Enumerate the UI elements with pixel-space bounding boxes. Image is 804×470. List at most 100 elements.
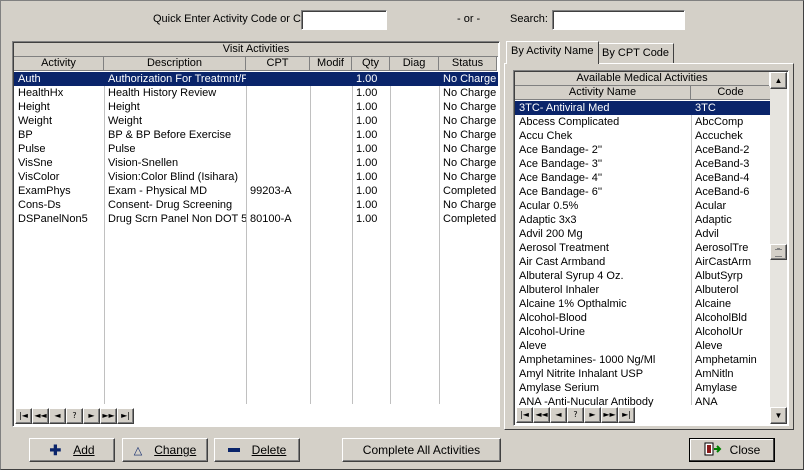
help-icon[interactable]: ?: [66, 408, 83, 424]
col-qty[interactable]: Qty: [352, 57, 390, 71]
prev-record-icon[interactable]: ◄: [49, 408, 66, 424]
list-item[interactable]: Ace Bandage- 6'' AceBand-6: [515, 185, 771, 199]
col-code[interactable]: Code: [691, 86, 771, 100]
complete-all-button[interactable]: Complete All Activities: [342, 438, 501, 462]
next-record-icon[interactable]: ►: [83, 408, 100, 424]
next-record-icon[interactable]: ►: [584, 407, 601, 423]
cell-activity-name: Amylase Serium: [519, 382, 600, 394]
list-item[interactable]: Alcaine 1% Opthalmic Alcaine: [515, 297, 771, 311]
col-activity-name[interactable]: Activity Name: [515, 86, 691, 100]
first-record-icon[interactable]: |◄: [15, 408, 32, 424]
scroll-thumb[interactable]: [770, 244, 787, 260]
tab-by-activity-name[interactable]: By Activity Name: [506, 41, 599, 64]
next-page-icon[interactable]: ►►: [601, 407, 618, 423]
cell-cpt: 80100-A: [250, 213, 292, 225]
cell-activity-name: Ace Bandage- 3'': [519, 158, 603, 170]
cell-code: AlcoholUr: [695, 326, 743, 338]
next-page-icon[interactable]: ►►: [100, 408, 117, 424]
prev-page-icon[interactable]: ◄◄: [533, 407, 550, 423]
list-item[interactable]: Amyl Nitrite Inhalant USP AmNitln: [515, 367, 771, 381]
col-description[interactable]: Description: [104, 57, 246, 71]
cell-modif: [310, 128, 352, 142]
list-item[interactable]: Amylase Serium Amylase: [515, 381, 771, 395]
cell-code: Acular: [695, 200, 727, 212]
visit-rows: Auth Authorization For Treatmnt/Pr 1.00 No …: [14, 72, 498, 226]
first-record-icon[interactable]: |◄: [516, 407, 533, 423]
list-item[interactable]: Advil 200 Mg Advil: [515, 227, 771, 241]
list-item[interactable]: Ace Bandage- 3'' AceBand-3: [515, 157, 771, 171]
col-cpt[interactable]: CPT: [246, 57, 310, 71]
tab-by-cpt-code[interactable]: By CPT Code: [597, 43, 675, 63]
list-item[interactable]: Air Cast Armband AirCastArm: [515, 255, 771, 269]
table-row[interactable]: Weight Weight 1.00 No Charge: [14, 114, 498, 128]
add-button[interactable]: ✚ Add: [29, 438, 115, 462]
scroll-down-icon[interactable]: ▼: [770, 407, 787, 424]
cell-activity: Cons-Ds: [18, 199, 61, 211]
table-row[interactable]: Cons-Ds Consent- Drug Screening 1.00 No Cha…: [14, 198, 498, 212]
plus-icon: ✚: [49, 441, 62, 458]
list-item[interactable]: 3TC- Antiviral Med 3TC: [515, 101, 771, 115]
complete-all-label: Complete All Activities: [362, 443, 481, 457]
list-item[interactable]: Accu Chek Accuchek: [515, 129, 771, 143]
change-button[interactable]: △ Change: [122, 438, 208, 462]
prev-page-icon[interactable]: ◄◄: [32, 408, 49, 424]
cell-status: Completed: [443, 185, 497, 197]
cell-status: No Charge: [443, 143, 497, 155]
list-item[interactable]: Alcohol-Blood AlcoholBld: [515, 311, 771, 325]
last-record-icon[interactable]: ►|: [117, 408, 134, 424]
list-item[interactable]: Acular 0.5% Acular: [515, 199, 771, 213]
table-row[interactable]: DSPanelNon5 Drug Scrn Panel Non DOT 5" 801…: [14, 212, 498, 226]
close-button[interactable]: Close: [689, 438, 775, 462]
table-row[interactable]: BP BP & BP Before Exercise 1.00 No Charge: [14, 128, 498, 142]
list-item[interactable]: Albuterol Inhaler Albuterol: [515, 283, 771, 297]
table-row[interactable]: Height Height 1.00 No Charge: [14, 100, 498, 114]
delete-label: Delete: [251, 443, 287, 457]
last-record-icon[interactable]: ►|: [618, 407, 635, 423]
list-item[interactable]: Albuteral Syrup 4 Oz. AlbutSyrp: [515, 269, 771, 283]
list-item[interactable]: Abcess Complicated AbcComp: [515, 115, 771, 129]
cell-cpt: [246, 100, 310, 114]
delete-button[interactable]: Delete: [214, 438, 300, 462]
col-activity[interactable]: Activity: [14, 57, 104, 71]
list-item[interactable]: Ace Bandage- 2'' AceBand-2: [515, 143, 771, 157]
cell-cpt: [246, 198, 310, 212]
table-row[interactable]: VisSne Vision-Snellen 1.00 No Charge: [14, 156, 498, 170]
search-input[interactable]: [552, 10, 685, 30]
cell-modif: [310, 114, 352, 128]
quick-enter-input[interactable]: [301, 10, 387, 30]
cell-description: Drug Scrn Panel Non DOT 5": [108, 213, 246, 225]
vertical-scrollbar[interactable]: ▲ ▼: [770, 72, 787, 424]
cell-qty: 1.00: [356, 171, 378, 183]
col-diag[interactable]: Diag: [390, 57, 439, 71]
list-item[interactable]: Adaptic 3x3 Adaptic: [515, 213, 771, 227]
cell-status: No Charge: [443, 157, 497, 169]
prev-record-icon[interactable]: ◄: [550, 407, 567, 423]
cell-status: No Charge: [443, 73, 497, 85]
cell-qty: 1.00: [356, 129, 378, 141]
cell-activity-name: Advil 200 Mg: [519, 228, 583, 240]
exit-door-icon: [704, 442, 722, 459]
visit-activities-grid[interactable]: Visit Activities Activity Description CP…: [12, 41, 500, 427]
table-row[interactable]: Auth Authorization For Treatmnt/Pr 1.00 No …: [14, 72, 498, 86]
available-activities-list[interactable]: Available Medical Activities Activity Na…: [513, 70, 789, 426]
list-item[interactable]: Alcohol-Urine AlcoholUr: [515, 325, 771, 339]
col-status[interactable]: Status: [439, 57, 497, 71]
cell-diag: [390, 114, 439, 128]
cell-qty: 1.00: [356, 101, 378, 113]
cell-code: AlbutSyrp: [695, 270, 743, 282]
list-item[interactable]: Aerosol Treatment AerosolTre: [515, 241, 771, 255]
help-icon[interactable]: ?: [567, 407, 584, 423]
list-item[interactable]: Amphetamines- 1000 Ng/Ml Amphetamin: [515, 353, 771, 367]
scroll-up-icon[interactable]: ▲: [770, 72, 787, 89]
add-label: Add: [73, 443, 95, 457]
list-item[interactable]: Aleve Aleve: [515, 339, 771, 353]
table-row[interactable]: VisColor Vision:Color Blind (Isihara) 1.00…: [14, 170, 498, 184]
list-item[interactable]: Ace Bandage- 4'' AceBand-4: [515, 171, 771, 185]
list-item[interactable]: ANA -Anti-Nucular Antibody ANA: [515, 395, 771, 407]
table-row[interactable]: HealthHx Health History Review 1.00 No Char…: [14, 86, 498, 100]
col-modif[interactable]: Modif: [310, 57, 352, 71]
table-row[interactable]: ExamPhys Exam - Physical MD 99203-A 1.00 Com…: [14, 184, 498, 198]
table-row[interactable]: Pulse Pulse 1.00 No Charge: [14, 142, 498, 156]
cell-code: Amylase: [695, 382, 738, 394]
cell-activity-name: Amphetamines- 1000 Ng/Ml: [519, 354, 656, 366]
